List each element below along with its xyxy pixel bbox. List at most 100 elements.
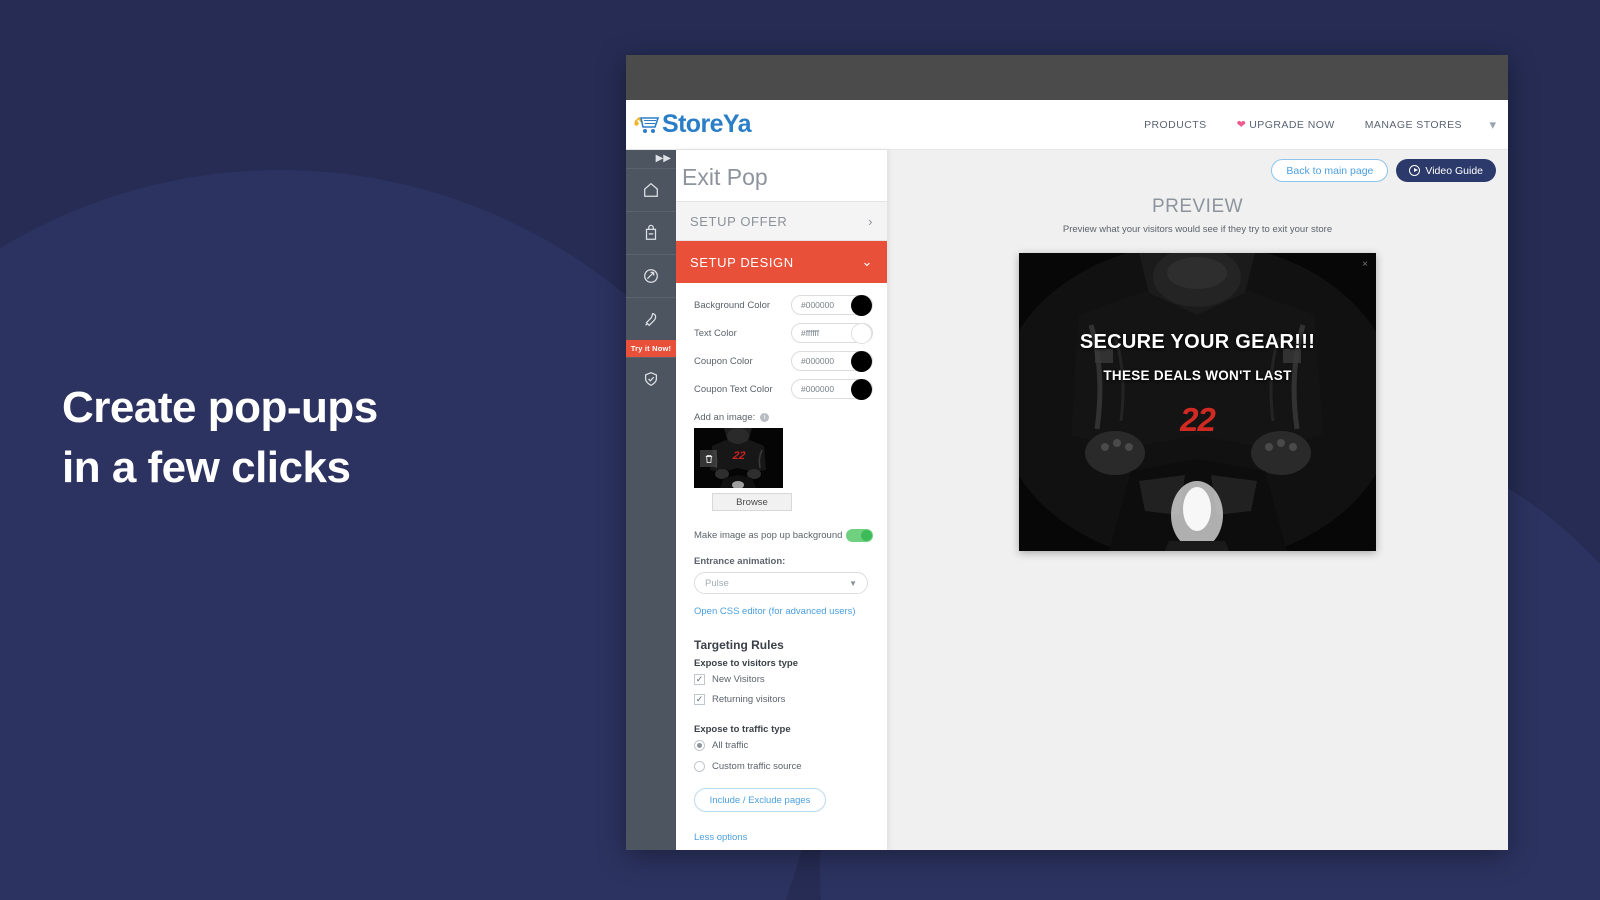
setup-panel: Exit Pop SETUP OFFER › SETUP DESIGN ⌄ Ba…: [676, 150, 887, 850]
sidebar-item-rocket[interactable]: [626, 297, 676, 340]
expand-sidebar-icon[interactable]: ▶▶: [656, 153, 671, 164]
checkbox-icon: ✓: [694, 674, 705, 685]
page-title: Exit Pop: [682, 164, 768, 190]
browser-window: StoreYa PRODUCTS ❤ UPGRADE NOW MANAGE ST…: [626, 55, 1508, 850]
background-toggle-label: Make image as pop up background: [694, 530, 843, 541]
headline-line-1: Create pop-ups: [62, 383, 378, 432]
popup-coupon-code: 22: [1180, 401, 1216, 438]
preview-area: Back to main page Video Guide PREVIEW Pr…: [887, 150, 1508, 850]
background-color-value: #000000: [801, 300, 835, 310]
checkbox-new-visitors[interactable]: ✓ New Visitors: [676, 674, 887, 694]
heart-icon: ❤: [1236, 119, 1247, 131]
popup-close-icon[interactable]: ×: [1362, 259, 1368, 270]
page-root: Create pop-ups in a few clicks StoreYa P…: [0, 0, 1600, 900]
make-image-background-toggle[interactable]: [846, 529, 873, 542]
field-label: Text Color: [694, 327, 737, 339]
checkbox-new-visitors-label: New Visitors: [712, 674, 765, 685]
headline-line-2: in a few clicks: [62, 442, 351, 492]
chevron-down-icon: ▼: [849, 578, 857, 588]
checkbox-returning-visitors-label: Returning visitors: [712, 694, 786, 705]
image-thumbnail-wrap: 22 Browse: [676, 428, 887, 511]
back-to-main-page-button[interactable]: Back to main page: [1271, 159, 1389, 182]
browse-button[interactable]: Browse: [712, 493, 792, 511]
sidebar-item-shield-check[interactable]: [626, 357, 676, 400]
shopping-cart-icon: [632, 113, 662, 137]
browser-chrome-bar: [626, 55, 1508, 100]
coupon-text-color-swatch[interactable]: [851, 379, 872, 400]
nav-item-upgrade-now[interactable]: ❤ UPGRADE NOW: [1236, 118, 1335, 132]
checkbox-icon: ✓: [694, 694, 705, 705]
chevron-down-icon[interactable]: ▾: [1489, 117, 1496, 133]
radio-icon-selected: [694, 740, 705, 751]
app-body: ▶▶ Try it Now! Exit Pop SETUP OFFER › SE…: [626, 150, 1508, 850]
main-nav: PRODUCTS ❤ UPGRADE NOW MANAGE STORES: [1144, 118, 1462, 132]
coupon-text-color-input[interactable]: #000000: [791, 379, 873, 400]
add-image-label-row: Add an image: i: [676, 407, 887, 428]
logo-text: StoreYa: [662, 110, 752, 138]
radio-custom-traffic-source[interactable]: Custom traffic source: [676, 761, 887, 782]
radio-custom-traffic-label: Custom traffic source: [712, 761, 802, 772]
text-color-input[interactable]: #ffffff: [791, 323, 873, 344]
coupon-color-value: #000000: [801, 356, 835, 366]
preview-actions: Back to main page Video Guide: [1271, 159, 1496, 182]
chevron-down-icon: ⌄: [861, 254, 873, 269]
accordion-setup-design-label: SETUP DESIGN: [690, 254, 794, 270]
add-image-label: Add an image:: [694, 412, 756, 423]
storeya-logo[interactable]: StoreYa: [632, 110, 752, 139]
field-background-color: Background Color #000000: [694, 295, 873, 316]
sidebar-item-traffic-boost[interactable]: [626, 254, 676, 297]
sidebar-top: ▶▶: [626, 150, 676, 168]
entrance-animation-label: Entrance animation:: [694, 556, 786, 567]
chevron-right-icon: ›: [868, 213, 873, 229]
field-label: Background Color: [694, 299, 771, 311]
color-fields: Background Color #000000 Text Color #fff…: [676, 283, 887, 400]
open-css-editor-link[interactable]: Open CSS editor (for advanced users): [676, 594, 887, 617]
coupon-text-color-value: #000000: [801, 384, 835, 394]
popup-preview: × SECURE YOUR GEAR!!! THESE DEALS WON'T …: [1019, 253, 1376, 551]
include-exclude-pages-button[interactable]: Include / Exclude pages: [694, 788, 826, 812]
popup-heading: SECURE YOUR GEAR!!!: [1079, 331, 1316, 353]
accordion-setup-offer-label: SETUP OFFER: [690, 213, 788, 229]
field-coupon-text-color: Coupon Text Color #000000: [694, 379, 873, 400]
accordion-setup-design[interactable]: SETUP DESIGN ⌄: [676, 241, 887, 283]
radio-all-traffic-label: All traffic: [712, 740, 749, 751]
background-color-swatch[interactable]: [851, 295, 872, 316]
entrance-animation-value: Pulse: [705, 577, 729, 589]
info-icon[interactable]: i: [760, 413, 770, 422]
sidebar-item-shopping-bag[interactable]: [626, 211, 676, 254]
nav-item-manage-stores[interactable]: MANAGE STORES: [1365, 119, 1462, 131]
coupon-color-swatch[interactable]: [851, 351, 872, 372]
background-color-input[interactable]: #000000: [791, 295, 873, 316]
delete-image-icon[interactable]: [700, 450, 717, 467]
field-text-color: Text Color #ffffff: [694, 323, 873, 344]
background-toggle-row: Make image as pop up background: [676, 511, 887, 542]
preview-subtitle: Preview what your visitors would see if …: [1062, 224, 1333, 235]
try-it-now-badge[interactable]: Try it Now!: [626, 340, 676, 357]
entrance-animation-select[interactable]: Pulse ▼: [694, 572, 868, 594]
popup-subheading: THESE DEALS WON'T LAST: [1103, 368, 1292, 383]
less-options-link[interactable]: Less options: [676, 812, 887, 843]
video-guide-button[interactable]: Video Guide: [1396, 159, 1496, 182]
targeting-rules-title: Targeting Rules: [694, 638, 784, 652]
panel-content: Background Color #000000 Text Color #fff…: [676, 283, 887, 850]
marketing-headline: Create pop-ups in a few clicks: [62, 378, 378, 498]
nav-item-products[interactable]: PRODUCTS: [1144, 119, 1207, 131]
checkbox-returning-visitors[interactable]: ✓ Returning visitors: [676, 694, 887, 714]
toggle-knob: [861, 530, 872, 541]
field-coupon-color: Coupon Color #000000: [694, 351, 873, 372]
radio-all-traffic[interactable]: All traffic: [676, 740, 887, 761]
image-thumbnail[interactable]: 22: [694, 428, 783, 488]
video-guide-label: Video Guide: [1425, 164, 1483, 177]
site-header: StoreYa PRODUCTS ❤ UPGRADE NOW MANAGE ST…: [626, 100, 1508, 150]
coupon-color-input[interactable]: #000000: [791, 351, 873, 372]
icon-sidebar: ▶▶ Try it Now!: [626, 150, 676, 850]
nav-item-upgrade-label: UPGRADE NOW: [1249, 118, 1335, 131]
traffic-type-label: Expose to traffic type: [694, 724, 791, 735]
sidebar-item-home[interactable]: [626, 168, 676, 211]
thumbnail-coupon-code: 22: [731, 450, 746, 463]
text-color-value: #ffffff: [801, 328, 820, 338]
play-icon: [1409, 165, 1421, 176]
accordion-setup-offer[interactable]: SETUP OFFER ›: [676, 201, 887, 241]
visitors-type-label: Expose to visitors type: [694, 658, 799, 669]
text-color-swatch[interactable]: [851, 323, 872, 344]
